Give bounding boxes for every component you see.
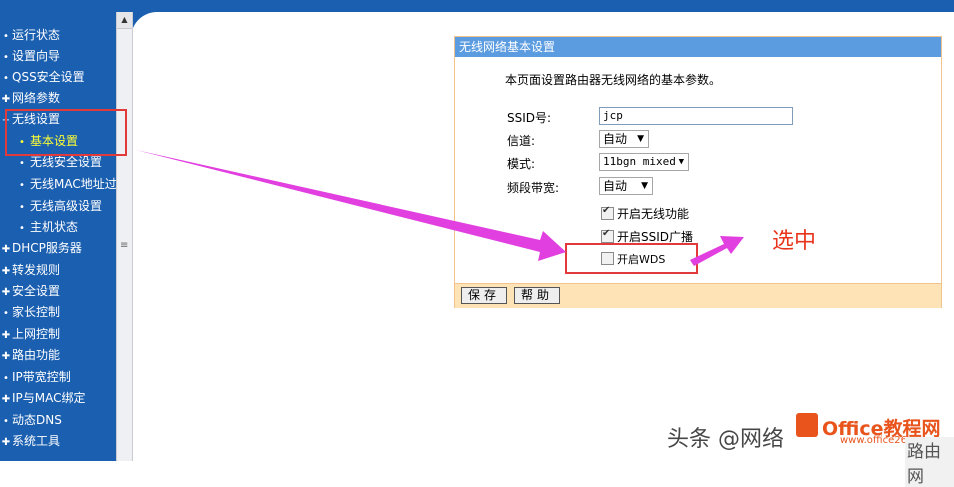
annotation-selected-text: 选中 xyxy=(772,229,817,254)
author-watermark: 头条 @网络 xyxy=(667,427,784,452)
office-logo-icon xyxy=(796,413,818,437)
corner-watermark: 路由网 xyxy=(905,437,954,487)
arrow-to-wds-icon xyxy=(136,150,566,261)
arrow-from-label-icon xyxy=(690,236,744,266)
